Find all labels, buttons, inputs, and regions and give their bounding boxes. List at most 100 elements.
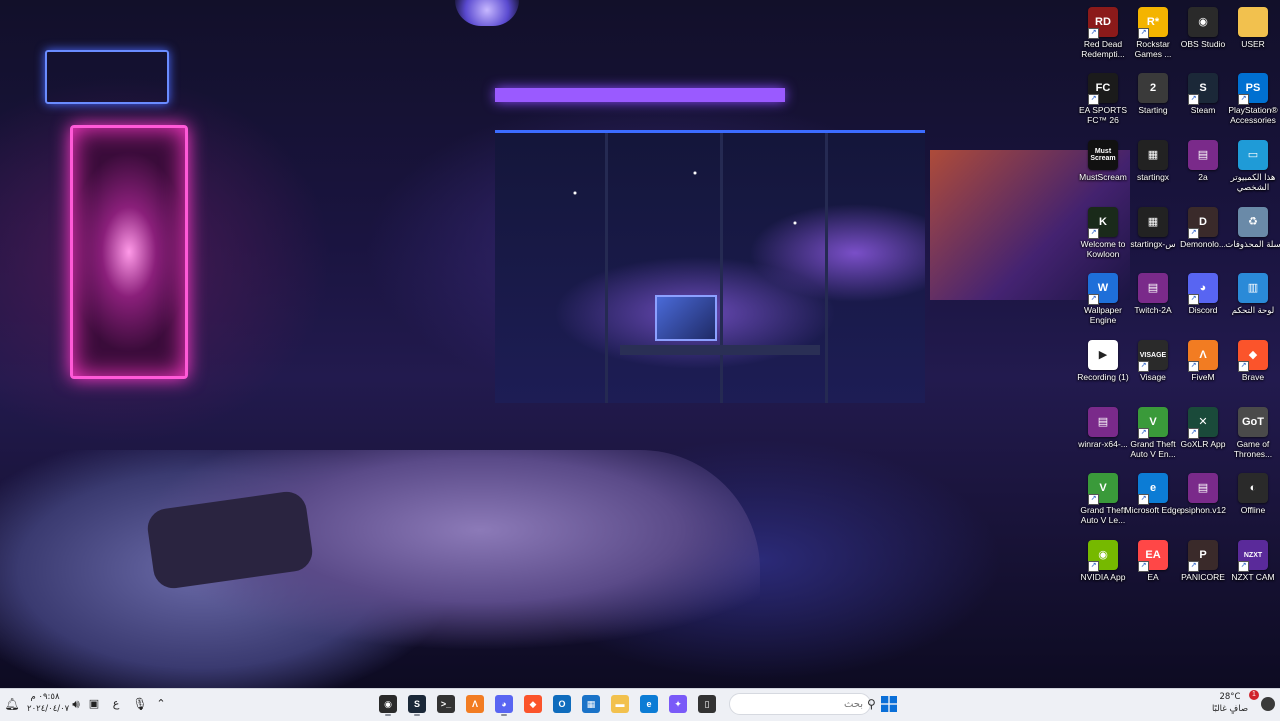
- notepad-taskbar-icon: ▯: [698, 695, 716, 713]
- wallpaper-ceiling-light: [455, 0, 519, 26]
- window-frame: [825, 133, 828, 403]
- desktop-icon-label: PlayStation® Accessories: [1228, 105, 1278, 125]
- desktop-shortcut[interactable]: ◐ Offline: [1225, 470, 1280, 534]
- taskbar-search[interactable]: ⚲: [729, 693, 876, 715]
- desktop-shortcut[interactable]: Must Scream MustScream: [1075, 137, 1131, 201]
- 2a-archive-icon: ▤: [1188, 140, 1218, 170]
- copilot-taskbar-icon: ✦: [669, 695, 687, 713]
- taskbar-clock[interactable]: ٠٩:٥٨ م ٢٠٢٤/٠٤/٠٧: [27, 691, 69, 717]
- shortcut-arrow-icon: ↗: [1188, 228, 1199, 239]
- desktop-shortcut[interactable]: K ↗ Welcome to Kowloon: [1075, 204, 1131, 268]
- shortcut-arrow-icon: ↗: [1138, 494, 1149, 505]
- desktop-shortcut[interactable]: ◉ OBS Studio: [1175, 4, 1231, 68]
- desktop-shortcut[interactable]: ◉ ↗ NVIDIA App: [1075, 537, 1131, 601]
- fivem-taskbar-icon: Λ: [466, 695, 484, 713]
- desktop-shortcut[interactable]: ▦ startingx-س: [1125, 204, 1181, 268]
- desktop-shortcut[interactable]: ▤ psiphon.v12: [1175, 470, 1231, 534]
- desktop-icon-label: لوحة التحكم: [1231, 305, 1275, 315]
- recording-icon: ▶: [1088, 340, 1118, 370]
- shortcut-arrow-icon: ↗: [1138, 561, 1149, 572]
- desktop-shortcut[interactable]: S ↗ Steam: [1175, 70, 1231, 134]
- desktop-shortcut[interactable]: Λ ↗ FiveM: [1175, 337, 1231, 401]
- wallpaper-laptop: [655, 295, 717, 341]
- desktop-shortcut[interactable]: ▶ Recording (1): [1075, 337, 1131, 401]
- obs-taskbar-button[interactable]: ◉: [376, 692, 400, 716]
- fivem-taskbar-button[interactable]: Λ: [463, 692, 487, 716]
- desktop-shortcut[interactable]: D ↗ Demonolo...: [1175, 204, 1231, 268]
- desktop-shortcut[interactable]: ▦ startingx: [1125, 137, 1181, 201]
- wallpaper-neon-strip: [495, 88, 785, 102]
- desktop-icon-label: USER: [1241, 39, 1265, 49]
- language-indicator[interactable]: ع: [104, 692, 128, 716]
- desktop-icon-label: سلة المحذوفات: [1225, 239, 1280, 249]
- shortcut-arrow-icon: ↗: [1138, 28, 1149, 39]
- store-taskbar-button[interactable]: ▦: [579, 692, 603, 716]
- desktop-shortcut[interactable]: ✕ ↗ GoXLR App: [1175, 404, 1231, 468]
- show-hidden-icons-chevron-icon[interactable]: ⌃: [149, 692, 173, 716]
- shortcut-arrow-icon: ↗: [1088, 494, 1099, 505]
- desktop-shortcut[interactable]: e ↗ Microsoft Edge: [1125, 470, 1181, 534]
- winrar-icon: ▤: [1088, 407, 1118, 437]
- shortcut-arrow-icon: ↗: [1238, 361, 1249, 372]
- desktop-shortcut[interactable]: ♻ سلة المحذوفات: [1225, 204, 1280, 268]
- desktop-shortcut[interactable]: ◕ ↗ Discord: [1175, 270, 1231, 334]
- desktop-shortcut[interactable]: USER: [1225, 4, 1280, 68]
- discord-taskbar-button[interactable]: ◕: [492, 692, 516, 716]
- steam-taskbar-icon: S: [408, 695, 426, 713]
- widgets-icon[interactable]: [1258, 694, 1278, 714]
- notification-bell-icon[interactable]: 🔔︎: [2, 692, 22, 716]
- desktop-shortcut[interactable]: ▤ Twitch-2A: [1125, 270, 1181, 334]
- running-indicator: [385, 714, 391, 716]
- outlook-taskbar-button[interactable]: O: [550, 692, 574, 716]
- steam-taskbar-button[interactable]: S: [405, 692, 429, 716]
- window-frame: [720, 133, 723, 403]
- wallpaper-neon-sign: [45, 50, 169, 104]
- desktop-shortcut[interactable]: EA ↗ EA: [1125, 537, 1181, 601]
- running-indicator: [414, 714, 420, 716]
- network-icon[interactable]: ▣: [82, 692, 106, 716]
- brave-taskbar-button[interactable]: ◆: [521, 692, 545, 716]
- desktop-icon-label: Brave: [1241, 372, 1265, 382]
- terminal-taskbar-icon: >_: [437, 695, 455, 713]
- file-explorer-taskbar-button[interactable]: ▬: [608, 692, 632, 716]
- desktop-shortcut[interactable]: ▥ لوحة التحكم: [1225, 270, 1280, 334]
- desktop-shortcut[interactable]: ▤ winrar-x64-...: [1075, 404, 1131, 468]
- desktop-shortcut[interactable]: GoT Game of Thrones...: [1225, 404, 1280, 468]
- outlook-taskbar-icon: O: [553, 695, 571, 713]
- shortcut-arrow-icon: ↗: [1188, 294, 1199, 305]
- desktop-shortcut[interactable]: NZXT ↗ NZXT CAM: [1225, 537, 1280, 601]
- search-input[interactable]: [734, 695, 867, 713]
- copilot-taskbar-button[interactable]: ✦: [666, 692, 690, 716]
- shortcut-arrow-icon: ↗: [1238, 561, 1249, 572]
- wallpaper-bed: [0, 450, 760, 688]
- desktop-shortcut[interactable]: ◆ ↗ Brave: [1225, 337, 1280, 401]
- desktop-icon-label: Offline: [1240, 505, 1266, 515]
- desktop-shortcut[interactable]: RD ↗ Red Dead Redempti...: [1075, 4, 1131, 68]
- desktop-shortcut[interactable]: 2 Starting: [1125, 70, 1181, 134]
- shortcut-arrow-icon: ↗: [1188, 561, 1199, 572]
- desktop-shortcut[interactable]: ▤ 2a: [1175, 137, 1231, 201]
- search-icon: ⚲: [867, 697, 876, 711]
- desktop-shortcut[interactable]: FC ↗ EA SPORTS FC™ 26: [1075, 70, 1131, 134]
- clock-time: ٠٩:٥٨ م: [30, 692, 60, 702]
- control-panel-icon: ▥: [1238, 273, 1268, 303]
- wallpaper-galaxy-panel: [70, 125, 188, 379]
- weather-description: صافٍ غالبًا: [1211, 704, 1249, 714]
- obs-studio-icon: ◉: [1188, 7, 1218, 37]
- desktop-shortcut[interactable]: W ↗ Wallpaper Engine: [1075, 270, 1131, 334]
- start-button[interactable]: [877, 692, 901, 716]
- desktop-shortcut[interactable]: R* ↗ Rockstar Games ...: [1125, 4, 1181, 68]
- desktop-shortcut[interactable]: VISAGE ↗ Visage: [1125, 337, 1181, 401]
- edge-taskbar-button[interactable]: e: [637, 692, 661, 716]
- desktop-shortcut[interactable]: V ↗ Grand Theft Auto V En...: [1125, 404, 1181, 468]
- shortcut-arrow-icon: ↗: [1138, 428, 1149, 439]
- desktop-shortcut[interactable]: ▭ هذا الكمبيوتر الشخصي: [1225, 137, 1280, 201]
- notepad-taskbar-button[interactable]: ▯: [695, 692, 719, 716]
- twitch-2a-icon: ▤: [1138, 273, 1168, 303]
- running-indicator: [501, 714, 507, 716]
- desktop-shortcut[interactable]: P ↗ PANICORE: [1175, 537, 1231, 601]
- terminal-taskbar-button[interactable]: >_: [434, 692, 458, 716]
- desktop-shortcut[interactable]: PS ↗ PlayStation® Accessories: [1225, 70, 1280, 134]
- desktop-shortcut[interactable]: V ↗ Grand Theft Auto V Le...: [1075, 470, 1131, 534]
- desktop-icon-label: Game of Thrones...: [1233, 439, 1273, 459]
